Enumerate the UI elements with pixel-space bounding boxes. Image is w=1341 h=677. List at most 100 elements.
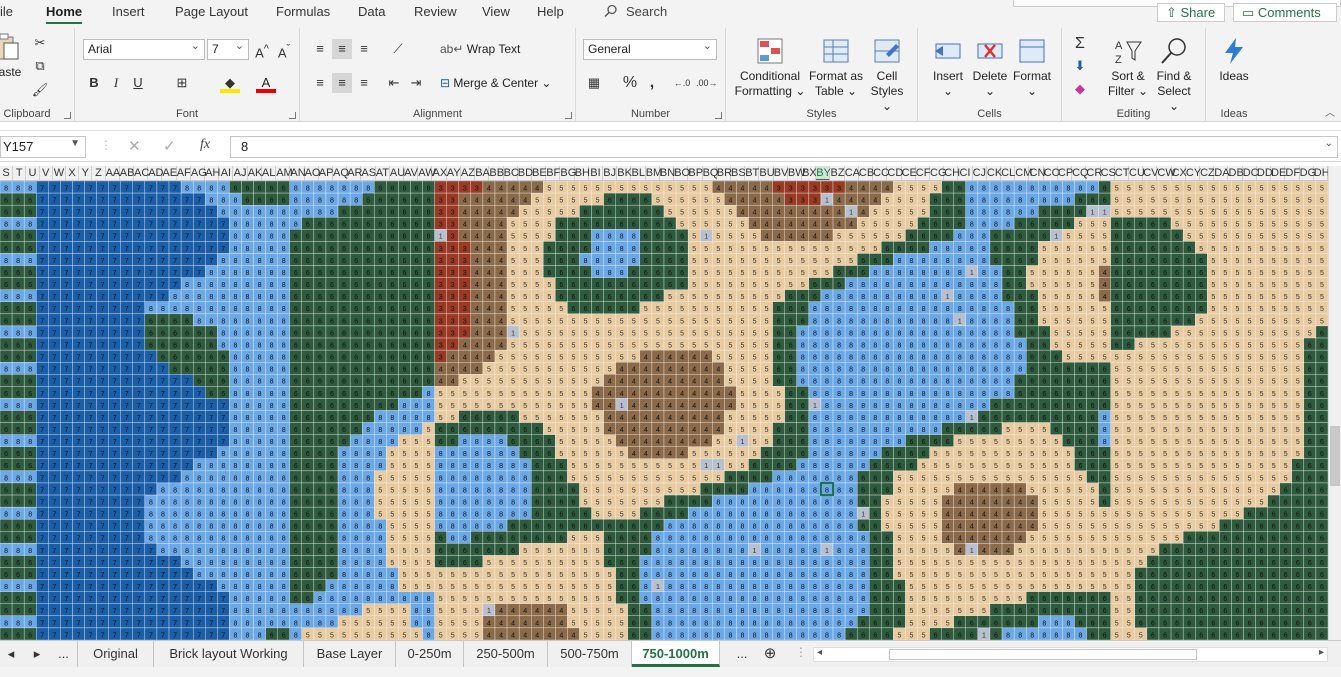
column-header-bo[interactable]: BO bbox=[674, 166, 690, 180]
column-header-ao[interactable]: AO bbox=[305, 166, 321, 180]
scroll-thumb[interactable] bbox=[1330, 426, 1340, 486]
cut-icon[interactable]: ✂ bbox=[30, 33, 50, 53]
column-header-ct[interactable]: CT bbox=[1115, 166, 1129, 180]
sheet-tab-0-250m[interactable]: 0-250m bbox=[396, 641, 464, 667]
column-header-cb[interactable]: CB bbox=[859, 166, 874, 180]
column-header-cu[interactable]: CU bbox=[1129, 166, 1145, 180]
sheet-tab-brick-layout[interactable]: Brick layout Working bbox=[154, 641, 304, 667]
column-header-dh[interactable]: DH bbox=[1314, 166, 1330, 180]
column-header-cv[interactable]: CV bbox=[1143, 166, 1158, 180]
comments-button[interactable]: ▭ Comments bbox=[1233, 3, 1337, 22]
tab-home[interactable]: Home bbox=[46, 4, 83, 25]
column-header-by[interactable]: BY bbox=[816, 166, 831, 180]
horizontal-scrollbar[interactable]: ◂ ▸ bbox=[813, 647, 1328, 662]
tab-data[interactable]: Data bbox=[358, 4, 385, 19]
tab-help[interactable]: Help bbox=[537, 4, 564, 19]
column-header-be[interactable]: BE bbox=[532, 166, 547, 180]
column-header-df[interactable]: DF bbox=[1285, 166, 1300, 180]
align-right-icon[interactable]: ≡ bbox=[354, 73, 374, 93]
column-header-bb[interactable]: BB bbox=[489, 166, 504, 180]
copy-icon[interactable]: ⧉ bbox=[30, 56, 50, 76]
tab-view[interactable]: View bbox=[482, 4, 510, 19]
merge-center-button[interactable]: ⊟ Merge & Center ⌄ bbox=[440, 76, 570, 91]
font-name-select[interactable]: Arial bbox=[83, 39, 205, 60]
fill-icon[interactable]: ⬇ bbox=[1070, 56, 1090, 76]
column-header-am[interactable]: AM bbox=[276, 166, 293, 180]
orientation-icon[interactable]: ⟋ bbox=[388, 39, 408, 59]
accounting-icon[interactable]: ▦ bbox=[584, 73, 604, 93]
column-header-bz[interactable]: BZ bbox=[831, 166, 845, 180]
column-header-cp[interactable]: CP bbox=[1058, 166, 1073, 180]
column-header-ag[interactable]: AG bbox=[191, 166, 207, 180]
sheet-tab-750-1000m[interactable]: 750-1000m bbox=[632, 641, 720, 667]
cell-grid[interactable]: 8887777777777778888666668888888666663333… bbox=[0, 181, 1328, 640]
column-header-db[interactable]: DB bbox=[1229, 166, 1244, 180]
next-sheet-icon[interactable]: ▸ bbox=[26, 641, 48, 667]
find-select-button[interactable]: Find & Select ⌄ bbox=[1152, 36, 1196, 114]
column-header-ck[interactable]: CK bbox=[987, 166, 1002, 180]
column-header-bd[interactable]: BD bbox=[518, 166, 533, 180]
column-header-ar[interactable]: AR bbox=[347, 166, 362, 180]
column-header-z[interactable]: Z bbox=[92, 166, 106, 180]
column-header-ch[interactable]: CH bbox=[944, 166, 960, 180]
dialog-launcher-icon[interactable] bbox=[64, 112, 71, 119]
column-header-bi[interactable]: BI bbox=[589, 166, 604, 180]
column-header-cm[interactable]: CM bbox=[1015, 166, 1032, 180]
column-header-bj[interactable]: BJ bbox=[603, 166, 618, 180]
column-header-bl[interactable]: BL bbox=[632, 166, 646, 180]
more-sheets-right[interactable]: ... bbox=[722, 641, 762, 667]
tab-review[interactable]: Review bbox=[414, 4, 457, 19]
bold-button[interactable]: B bbox=[84, 73, 104, 93]
search-box[interactable]: Search bbox=[604, 4, 667, 19]
column-header-x[interactable]: X bbox=[66, 166, 80, 180]
column-header-cg[interactable]: CG bbox=[930, 166, 947, 180]
italic-button[interactable]: I bbox=[106, 73, 126, 93]
column-header-bs[interactable]: BS bbox=[731, 166, 746, 180]
font-size-select[interactable]: 7 bbox=[207, 39, 249, 60]
formula-input[interactable]: 8 ⌄ bbox=[230, 136, 1338, 158]
column-header-ce[interactable]: CE bbox=[902, 166, 917, 180]
column-header-cs[interactable]: CS bbox=[1101, 166, 1116, 180]
insert-function-icon[interactable]: fx bbox=[200, 137, 210, 153]
column-header-aj[interactable]: AJ bbox=[234, 166, 248, 180]
collapse-ribbon-icon[interactable]: ︿ bbox=[1325, 104, 1335, 119]
number-format-select[interactable]: General bbox=[583, 39, 717, 60]
name-box[interactable]: Y157 ▼ bbox=[0, 136, 86, 158]
wrap-text-button[interactable]: ab↵ Wrap Text bbox=[440, 42, 530, 57]
column-header-ax[interactable]: AX bbox=[433, 166, 447, 180]
underline-button[interactable]: U bbox=[128, 73, 148, 93]
column-header-as[interactable]: AS bbox=[361, 166, 376, 180]
column-header-cd[interactable]: CD bbox=[887, 166, 903, 180]
column-header-y[interactable]: Y bbox=[79, 166, 93, 180]
autosum-button[interactable]: Σ bbox=[1070, 34, 1090, 54]
more-sheets-left[interactable]: ... bbox=[50, 641, 78, 667]
column-header-bn[interactable]: BN bbox=[660, 166, 675, 180]
sheet-tab-500-750m[interactable]: 500-750m bbox=[548, 641, 632, 667]
borders-icon[interactable]: ⊞ bbox=[172, 73, 192, 93]
column-header-cq[interactable]: CQ bbox=[1072, 166, 1089, 180]
align-center-icon[interactable]: ≡ bbox=[332, 73, 352, 93]
column-header-aq[interactable]: AQ bbox=[333, 166, 349, 180]
column-header-u[interactable]: U bbox=[26, 166, 40, 180]
column-header-cw[interactable]: CW bbox=[1157, 166, 1176, 180]
insert-cells-button[interactable]: Insert ⌄ bbox=[926, 36, 970, 99]
column-header-aw[interactable]: AW bbox=[418, 166, 436, 180]
check-icon[interactable]: ✓ bbox=[163, 137, 176, 155]
column-header-da[interactable]: DA bbox=[1214, 166, 1230, 180]
splitter-icon[interactable]: ⋮ bbox=[795, 645, 807, 659]
column-header-dd[interactable]: DD bbox=[1257, 166, 1273, 180]
column-header-t[interactable]: T bbox=[13, 166, 27, 180]
align-left-icon[interactable]: ≡ bbox=[310, 73, 330, 93]
ideas-button[interactable]: Ideas bbox=[1212, 36, 1256, 84]
prev-sheet-icon[interactable]: ◂ bbox=[0, 641, 22, 667]
column-header-bh[interactable]: BH bbox=[575, 166, 590, 180]
column-header-cn[interactable]: CN bbox=[1030, 166, 1045, 180]
dialog-launcher-icon[interactable] bbox=[565, 112, 572, 119]
column-header-ah[interactable]: AH bbox=[205, 166, 220, 180]
format-as-table-button[interactable]: Format as Table ⌄ bbox=[808, 36, 864, 99]
column-header-bw[interactable]: BW bbox=[788, 166, 806, 180]
column-header-bc[interactable]: BC bbox=[504, 166, 519, 180]
column-header-cx[interactable]: CX bbox=[1172, 166, 1187, 180]
delete-cells-button[interactable]: Delete ⌄ bbox=[968, 36, 1012, 99]
column-header-ad[interactable]: AD bbox=[148, 166, 163, 180]
